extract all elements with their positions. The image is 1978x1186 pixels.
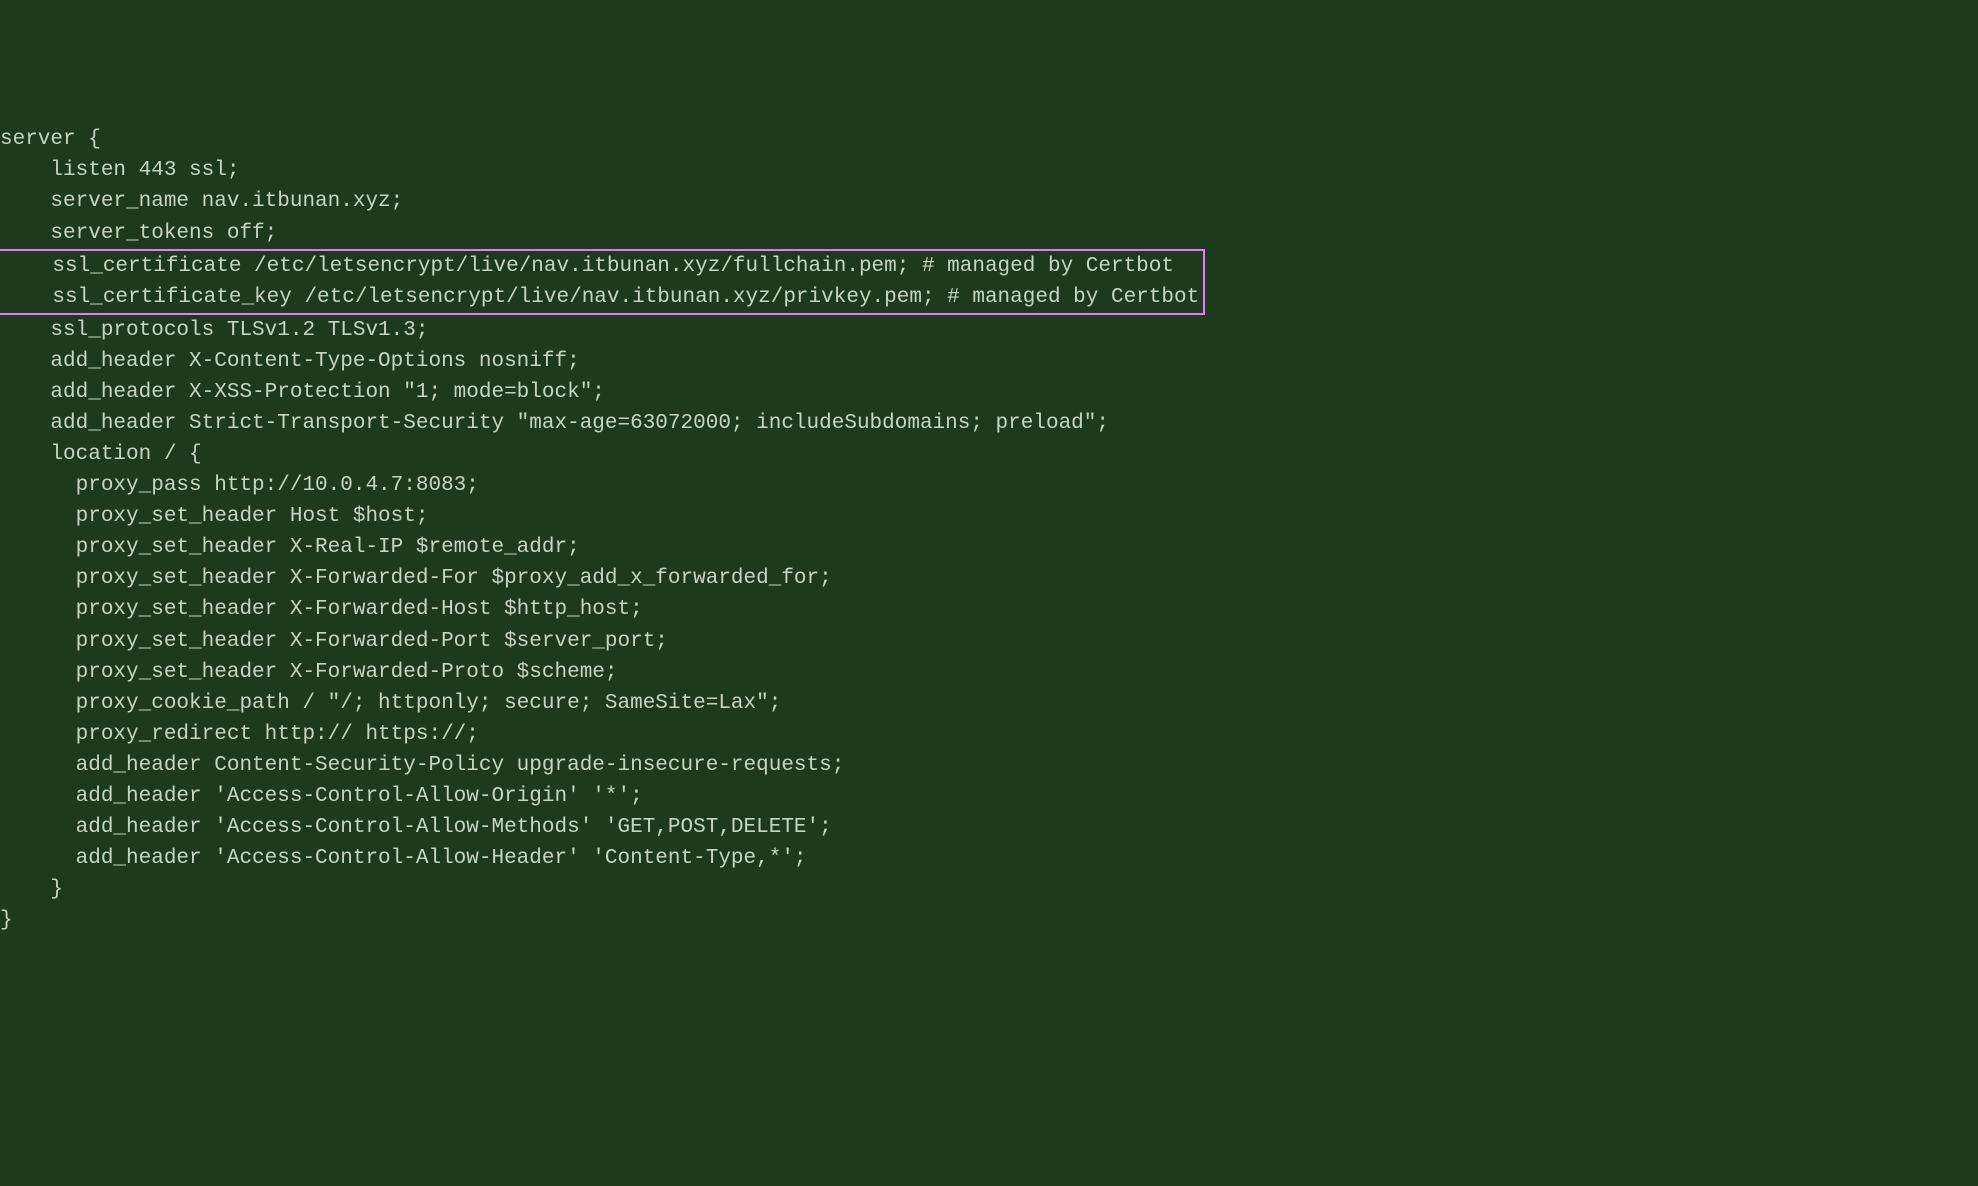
code-line: ssl_certificate_key /etc/letsencrypt/liv… — [2, 282, 1199, 313]
code-line: ssl_certificate /etc/letsencrypt/live/na… — [2, 251, 1199, 282]
code-line: add_header Strict-Transport-Security "ma… — [0, 408, 1978, 439]
ssl-cert-highlight: ssl_certificate /etc/letsencrypt/live/na… — [0, 249, 1205, 315]
code-line: proxy_cookie_path / "/; httponly; secure… — [0, 688, 1978, 719]
code-line: add_header 'Access-Control-Allow-Header'… — [0, 843, 1978, 874]
code-line: proxy_set_header X-Forwarded-Proto $sche… — [0, 657, 1978, 688]
code-line: } — [0, 905, 1978, 936]
code-line: add_header X-XSS-Protection "1; mode=blo… — [0, 377, 1978, 408]
code-line: ssl_protocols TLSv1.2 TLSv1.3; — [0, 315, 1978, 346]
code-line: add_header X-Content-Type-Options nosnif… — [0, 346, 1978, 377]
code-line: proxy_set_header X-Real-IP $remote_addr; — [0, 532, 1978, 563]
code-line: proxy_set_header Host $host; — [0, 501, 1978, 532]
code-line: proxy_set_header X-Forwarded-For $proxy_… — [0, 563, 1978, 594]
code-line: } — [0, 874, 1978, 905]
code-line: server_name nav.itbunan.xyz; — [0, 186, 1978, 217]
code-line: add_header Content-Security-Policy upgra… — [0, 750, 1978, 781]
code-line: proxy_redirect http:// https://; — [0, 719, 1978, 750]
code-line: server_tokens off; — [0, 218, 1978, 249]
nginx-config-block: server { listen 443 ssl; server_name nav… — [0, 124, 1978, 936]
code-line: add_header 'Access-Control-Allow-Origin'… — [0, 781, 1978, 812]
code-line: proxy_pass http://10.0.4.7:8083; — [0, 470, 1978, 501]
code-line: listen 443 ssl; — [0, 155, 1978, 186]
code-line: location / { — [0, 439, 1978, 470]
code-line: proxy_set_header X-Forwarded-Host $http_… — [0, 594, 1978, 625]
code-line: server { — [0, 124, 1978, 155]
code-line: proxy_set_header X-Forwarded-Port $serve… — [0, 626, 1978, 657]
code-line: add_header 'Access-Control-Allow-Methods… — [0, 812, 1978, 843]
